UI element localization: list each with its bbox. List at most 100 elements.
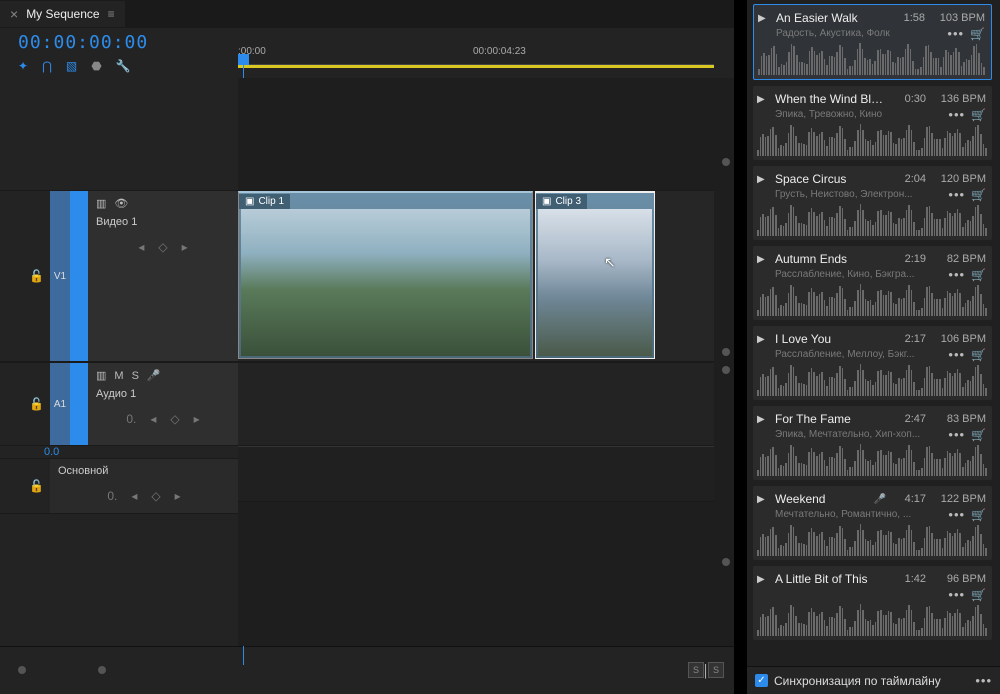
playhead-timecode[interactable]: 00:00:00:00	[18, 32, 238, 53]
play-icon[interactable]: ▶	[758, 13, 770, 24]
snap-icon[interactable]: ✦	[18, 59, 28, 73]
waveform[interactable]	[758, 45, 985, 75]
track-tag[interactable]: A1	[50, 363, 70, 445]
linked-selection-icon[interactable]: ▧	[66, 59, 77, 73]
track-volume[interactable]: 0.	[126, 412, 136, 426]
marker-icon[interactable]: ⬣	[91, 59, 101, 73]
waveform[interactable]	[757, 526, 986, 556]
music-track-card[interactable]: ▶ Weekend 🎤 4:17 122 BPM Мечтательно, Ро…	[753, 486, 992, 560]
lock-icon[interactable]: 🔓	[29, 479, 44, 493]
video-lane[interactable]: ▣Clip 1 ▣Clip 3	[238, 190, 714, 362]
prev-keyframe-icon[interactable]: ◂	[150, 412, 156, 426]
more-icon[interactable]: •••	[948, 267, 965, 282]
track-tags: Грусть, Неистово, Электрон...	[775, 189, 942, 200]
cart-icon[interactable]: 🛒	[971, 268, 986, 282]
sync-label: Синхронизация по таймлайну	[774, 674, 969, 688]
time-ruler[interactable]: :00:00 00:00:04:23	[238, 32, 734, 50]
prev-keyframe-icon[interactable]: ◂	[131, 489, 137, 503]
track-drag-handle[interactable]	[70, 363, 88, 445]
next-keyframe-icon[interactable]: ▸	[194, 412, 200, 426]
play-icon[interactable]: ▶	[757, 574, 769, 585]
play-icon[interactable]: ▶	[757, 254, 769, 265]
waveform[interactable]	[757, 366, 986, 396]
track-tag[interactable]: V1	[50, 191, 70, 361]
tab-menu-icon[interactable]: ≡	[108, 7, 115, 21]
play-icon[interactable]: ▶	[757, 94, 769, 105]
more-icon[interactable]: •••	[948, 507, 965, 522]
play-icon[interactable]: ▶	[757, 494, 769, 505]
waveform[interactable]	[757, 286, 986, 316]
more-icon[interactable]: •••	[948, 107, 965, 122]
lock-icon[interactable]: 🔓	[29, 269, 44, 283]
music-track-card[interactable]: ▶ When the Wind Blows 0:30 136 BPM Эпика…	[753, 86, 992, 160]
playhead[interactable]	[238, 54, 249, 70]
wrench-icon[interactable]: 🔧	[116, 59, 131, 73]
music-track-card[interactable]: ▶ An Easier Walk 1:58 103 BPM Радость, А…	[753, 4, 992, 80]
next-keyframe-icon[interactable]: ▸	[175, 489, 181, 503]
timeline-body: 🔓 V1 ▥ 👁 Видео 1 ◂ ◇ ▸	[0, 78, 734, 646]
track-drag-handle[interactable]	[70, 191, 88, 361]
next-keyframe-icon[interactable]: ▸	[182, 240, 188, 254]
play-icon[interactable]: ▶	[757, 334, 769, 345]
track-bpm: 120 BPM	[932, 173, 986, 185]
mic-icon[interactable]: 🎤	[147, 369, 161, 382]
timeline-tab[interactable]: × My Sequence ≡	[0, 1, 125, 27]
filmstrip-icon[interactable]: ▥	[96, 197, 106, 210]
waveform[interactable]	[757, 206, 986, 236]
track-area[interactable]: ▣Clip 1 ▣Clip 3 ↖	[238, 78, 734, 646]
more-icon[interactable]: •••	[948, 187, 965, 202]
music-list[interactable]: ▶ An Easier Walk 1:58 103 BPM Радость, А…	[747, 0, 1000, 666]
add-keyframe-icon[interactable]: ◇	[158, 240, 167, 254]
waveform-icon[interactable]: ▥	[96, 369, 106, 382]
lock-icon[interactable]: 🔓	[29, 397, 44, 411]
music-track-card[interactable]: ▶ For The Fame 2:47 83 BPM Эпика, Мечтат…	[753, 406, 992, 480]
eye-icon[interactable]: 👁	[114, 197, 128, 210]
track-bpm: 83 BPM	[932, 413, 986, 425]
cart-icon[interactable]: 🛒	[971, 508, 986, 522]
add-keyframe-icon[interactable]: ◇	[151, 489, 160, 503]
prev-keyframe-icon[interactable]: ◂	[138, 240, 144, 254]
timeline-panel: × My Sequence ≡ 00:00:00:00 ✦ ⋂ ▧ ⬣ 🔧 :0…	[0, 0, 735, 694]
audio-track-header[interactable]: 🔓 A1 ▥ M S 🎤 Аудио 1 0. ◂ ◇ ▸	[0, 362, 238, 446]
track-title: Autumn Ends	[775, 252, 886, 266]
play-icon[interactable]: ▶	[757, 414, 769, 425]
close-icon[interactable]: ×	[10, 6, 18, 22]
cart-icon[interactable]: 🛒	[971, 428, 986, 442]
waveform[interactable]	[757, 446, 986, 476]
cart-icon[interactable]: 🛒	[971, 108, 986, 122]
more-icon[interactable]: •••	[948, 427, 965, 442]
music-track-card[interactable]: ▶ Autumn Ends 2:19 82 BPM Расслабление, …	[753, 246, 992, 320]
cart-icon[interactable]: 🛒	[970, 27, 985, 41]
cart-icon[interactable]: 🛒	[971, 188, 986, 202]
music-track-card[interactable]: ▶ Space Circus 2:04 120 BPM Грусть, Неис…	[753, 166, 992, 240]
more-icon[interactable]: •••	[948, 587, 965, 602]
sync-checkbox[interactable]: ✓	[755, 674, 768, 687]
more-icon[interactable]: •••	[947, 26, 964, 41]
vertical-scrollbar[interactable]	[722, 88, 730, 566]
magnet-icon[interactable]: ⋂	[42, 59, 52, 73]
cart-icon[interactable]: 🛒	[971, 348, 986, 362]
track-duration: 2:17	[892, 333, 926, 345]
play-icon[interactable]: ▶	[757, 174, 769, 185]
more-icon[interactable]: •••	[975, 673, 992, 688]
horizontal-zoom-scrollbar[interactable]	[18, 666, 118, 676]
audio-lane[interactable]	[238, 362, 714, 446]
video-track-header[interactable]: 🔓 V1 ▥ 👁 Видео 1 ◂ ◇ ▸	[0, 190, 238, 362]
master-lane[interactable]	[238, 446, 714, 502]
track-volume[interactable]: 0.	[107, 489, 117, 503]
waveform[interactable]	[757, 126, 986, 156]
waveform[interactable]	[757, 606, 986, 636]
solo-toggle[interactable]: S	[688, 662, 704, 678]
add-keyframe-icon[interactable]: ◇	[170, 412, 179, 426]
clip-1[interactable]: ▣Clip 1	[238, 191, 533, 359]
music-track-card[interactable]: ▶ A Little Bit of This 1:42 96 BPM ••• 🛒	[753, 566, 992, 640]
clip-3[interactable]: ▣Clip 3	[535, 191, 655, 359]
music-track-card[interactable]: ▶ I Love You 2:17 106 BPM Расслабление, …	[753, 326, 992, 400]
more-icon[interactable]: •••	[948, 347, 965, 362]
solo-toggle[interactable]: S	[708, 662, 724, 678]
cart-icon[interactable]: 🛒	[971, 588, 986, 602]
master-track-header[interactable]: 🔓 Основной 0. ◂ ◇ ▸	[0, 458, 238, 514]
track-tags: Эпика, Мечтательно, Хип-хоп...	[775, 429, 942, 440]
mute-button[interactable]: M	[114, 370, 123, 382]
solo-button[interactable]: S	[132, 370, 139, 382]
